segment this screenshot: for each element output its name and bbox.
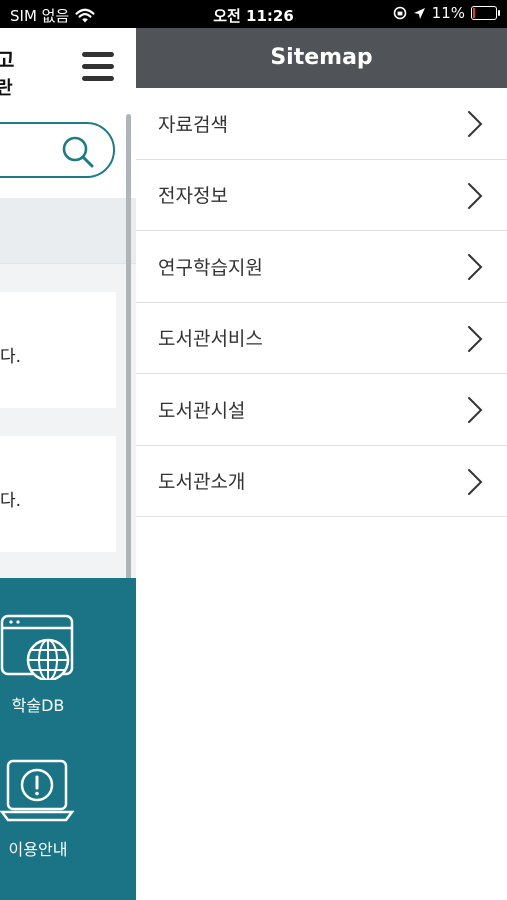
- quick-link-label: 이용안내: [8, 840, 68, 859]
- sitemap-item-resource-search[interactable]: 자료검색: [136, 88, 507, 160]
- notice-card[interactable]: 다.: [0, 292, 116, 408]
- chevron-right-icon: [468, 182, 483, 209]
- search-input[interactable]: [0, 122, 115, 178]
- exclamation-laptop-icon: [0, 759, 75, 822]
- sitemap-item-e-resources[interactable]: 전자정보: [136, 160, 507, 231]
- search-icon[interactable]: [61, 135, 95, 169]
- search-area: [0, 110, 136, 198]
- notice-text: 다.: [0, 491, 22, 511]
- sitemap-item-library-services[interactable]: 도서관서비스: [136, 303, 507, 374]
- battery-percent: 11%: [431, 4, 465, 22]
- sitemap-item-label: 도서관소개: [158, 471, 246, 494]
- notice-text: 다.: [0, 347, 22, 367]
- quick-link-academic-db[interactable]: 학술DB: [0, 614, 76, 716]
- location-arrow-icon: [413, 7, 425, 19]
- sitemap-item-library-intro[interactable]: 도서관소개: [136, 446, 507, 517]
- sitemap-item-label: 도서관서비스: [158, 328, 263, 351]
- orientation-lock-icon: [393, 6, 406, 20]
- sitemap-item-label: 연구학습지원: [158, 256, 263, 279]
- chevron-right-icon: [468, 468, 483, 495]
- sitemap-item-library-facilities[interactable]: 도서관시설: [136, 374, 507, 446]
- status-right: 11%: [393, 4, 500, 22]
- page-title-line2: 란: [0, 78, 13, 99]
- notice-card[interactable]: 다.: [0, 436, 116, 552]
- chevron-right-icon: [468, 325, 483, 352]
- quick-link-guide[interactable]: 이용안내: [0, 758, 76, 860]
- page-title-line1: 고: [0, 48, 15, 72]
- section-band: [0, 198, 136, 264]
- quick-links: 학술DB 이용안내: [0, 578, 136, 900]
- sitemap-item-label: 자료검색: [158, 113, 228, 136]
- quick-link-label: 학술DB: [11, 696, 65, 715]
- sitemap-panel: Sitemap 자료검색 전자정보 연구학습지원 도서관서비스 도서관시설 도서…: [136, 28, 507, 900]
- sitemap-item-label: 전자정보: [158, 185, 228, 208]
- chevron-right-icon: [468, 254, 483, 280]
- chevron-right-icon: [468, 397, 483, 423]
- sitemap-item-research-support[interactable]: 연구학습지원: [136, 231, 507, 303]
- chevron-right-icon: [468, 111, 483, 137]
- battery-icon: [471, 6, 500, 20]
- background-page: 고 란 다. 다. 학술DB 이용안내: [0, 28, 136, 900]
- globe-window-icon: [0, 614, 74, 682]
- page-header: 고 란: [0, 28, 136, 110]
- status-bar: SIM 없음 오전 11:26 11%: [0, 0, 507, 28]
- sitemap-title: Sitemap: [136, 28, 507, 88]
- menu-button[interactable]: [82, 52, 114, 82]
- sitemap-item-label: 도서관시설: [158, 399, 246, 422]
